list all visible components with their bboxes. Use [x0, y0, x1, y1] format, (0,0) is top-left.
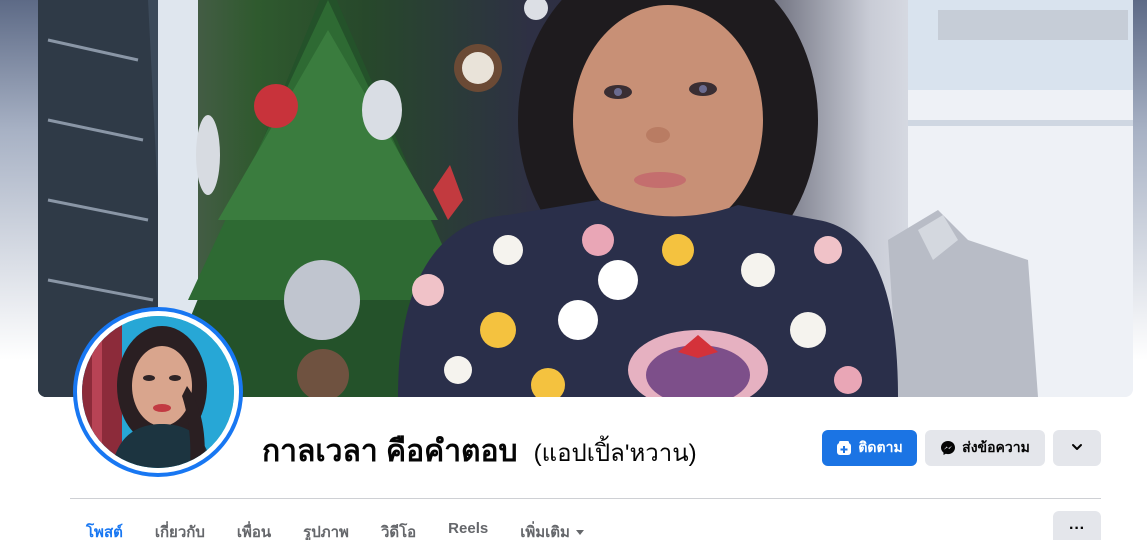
tab-about[interactable]: เกี่ยวกับ	[139, 512, 221, 540]
tab-reels[interactable]: Reels	[432, 512, 504, 540]
profile-name-row: กาลเวลา คือคำตอบ (แอปเปิ้ล'หวาน)	[262, 428, 697, 475]
follow-icon	[836, 440, 852, 456]
profile-avatar[interactable]	[73, 307, 243, 477]
tab-posts-label: โพสต์	[86, 524, 123, 540]
tab-posts[interactable]: โพสต์	[70, 512, 139, 540]
tab-more[interactable]: เพิ่มเติม	[504, 512, 600, 540]
profile-alternate-name: (แอปเปิ้ล'หวาน)	[533, 440, 697, 467]
tab-photos[interactable]: รูปภาพ	[287, 512, 365, 540]
tab-videos-label: วิดีโอ	[380, 524, 417, 540]
tab-overflow-button[interactable]: ···	[1053, 511, 1101, 540]
profile-tabs: โพสต์ เกี่ยวกับ เพื่อน รูปภาพ วิดีโอ Ree…	[70, 512, 600, 540]
chevron-down-icon	[1070, 440, 1084, 457]
ellipsis-icon: ···	[1069, 520, 1085, 537]
caret-down-icon	[575, 529, 584, 535]
tab-videos[interactable]: วิดีโอ	[365, 512, 432, 540]
tab-more-label: เพิ่มเติม	[520, 524, 570, 540]
follow-button-label: ติดตาม	[858, 439, 903, 455]
tab-about-label: เกี่ยวกับ	[154, 524, 205, 540]
tab-photos-label: รูปภาพ	[303, 524, 349, 540]
messenger-icon	[940, 440, 956, 456]
tab-reels-label: Reels	[448, 520, 489, 537]
tab-friends-label: เพื่อน	[236, 524, 272, 540]
profile-name: กาลเวลา คือคำตอบ	[262, 435, 518, 468]
avatar-photo	[82, 316, 234, 468]
tab-friends[interactable]: เพื่อน	[221, 512, 287, 540]
follow-button[interactable]: ติดตาม	[822, 430, 917, 466]
more-options-button[interactable]	[1053, 430, 1101, 466]
send-message-label: ส่งข้อความ	[962, 439, 1030, 455]
send-message-button[interactable]: ส่งข้อความ	[925, 430, 1045, 466]
header-divider	[70, 498, 1101, 499]
